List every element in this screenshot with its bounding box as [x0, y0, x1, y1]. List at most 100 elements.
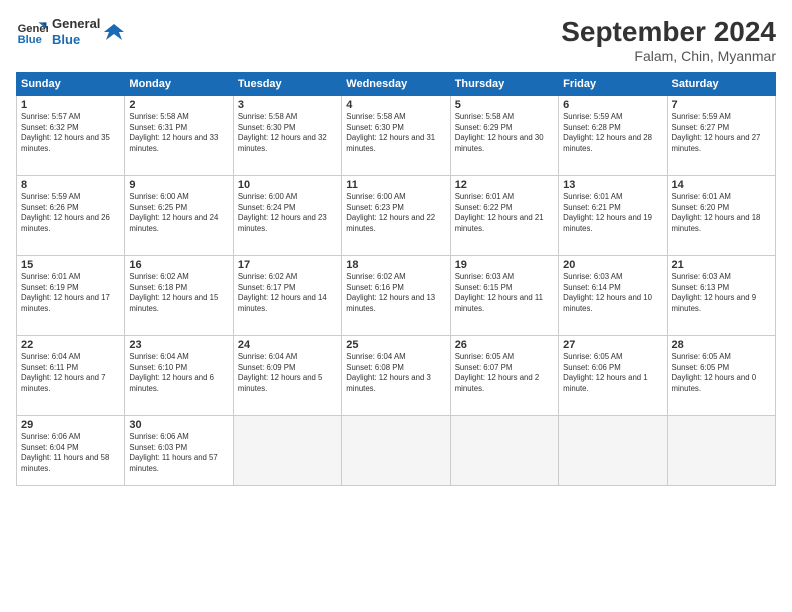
table-row: 17Sunrise: 6:02 AMSunset: 6:17 PMDayligh… [233, 256, 341, 336]
table-row: 7Sunrise: 5:59 AMSunset: 6:27 PMDaylight… [667, 96, 775, 176]
day-number: 18 [346, 259, 445, 271]
day-info: Sunrise: 5:58 AMSunset: 6:30 PMDaylight:… [346, 112, 445, 154]
table-row: 13Sunrise: 6:01 AMSunset: 6:21 PMDayligh… [559, 176, 667, 256]
day-number: 10 [238, 179, 337, 191]
table-row: 6Sunrise: 5:59 AMSunset: 6:28 PMDaylight… [559, 96, 667, 176]
col-monday: Monday [125, 73, 233, 96]
day-info: Sunrise: 6:04 AMSunset: 6:10 PMDaylight:… [129, 352, 228, 394]
day-info: Sunrise: 6:04 AMSunset: 6:08 PMDaylight:… [346, 352, 445, 394]
calendar-week-row: 22Sunrise: 6:04 AMSunset: 6:11 PMDayligh… [17, 336, 776, 416]
day-info: Sunrise: 5:59 AMSunset: 6:26 PMDaylight:… [21, 192, 120, 234]
day-info: Sunrise: 6:02 AMSunset: 6:16 PMDaylight:… [346, 272, 445, 314]
table-row [233, 416, 341, 486]
day-number: 19 [455, 259, 554, 271]
logo-icon: General Blue [16, 16, 48, 48]
calendar-week-row: 15Sunrise: 6:01 AMSunset: 6:19 PMDayligh… [17, 256, 776, 336]
col-friday: Friday [559, 73, 667, 96]
logo-bird-icon [104, 22, 124, 42]
day-info: Sunrise: 5:59 AMSunset: 6:27 PMDaylight:… [672, 112, 771, 154]
day-number: 6 [563, 99, 662, 111]
table-row: 8Sunrise: 5:59 AMSunset: 6:26 PMDaylight… [17, 176, 125, 256]
table-row: 3Sunrise: 5:58 AMSunset: 6:30 PMDaylight… [233, 96, 341, 176]
calendar-container: General Blue General Blue September 2024… [0, 0, 792, 612]
table-row: 2Sunrise: 5:58 AMSunset: 6:31 PMDaylight… [125, 96, 233, 176]
table-row: 29Sunrise: 6:06 AMSunset: 6:04 PMDayligh… [17, 416, 125, 486]
table-row: 27Sunrise: 6:05 AMSunset: 6:06 PMDayligh… [559, 336, 667, 416]
day-number: 13 [563, 179, 662, 191]
day-info: Sunrise: 6:01 AMSunset: 6:19 PMDaylight:… [21, 272, 120, 314]
day-info: Sunrise: 6:03 AMSunset: 6:15 PMDaylight:… [455, 272, 554, 314]
day-info: Sunrise: 6:00 AMSunset: 6:25 PMDaylight:… [129, 192, 228, 234]
day-info: Sunrise: 6:02 AMSunset: 6:18 PMDaylight:… [129, 272, 228, 314]
table-row: 22Sunrise: 6:04 AMSunset: 6:11 PMDayligh… [17, 336, 125, 416]
day-info: Sunrise: 6:04 AMSunset: 6:11 PMDaylight:… [21, 352, 120, 394]
day-number: 20 [563, 259, 662, 271]
day-number: 27 [563, 339, 662, 351]
day-info: Sunrise: 5:57 AMSunset: 6:32 PMDaylight:… [21, 112, 120, 154]
header: General Blue General Blue September 2024… [16, 16, 776, 64]
day-number: 11 [346, 179, 445, 191]
table-row: 11Sunrise: 6:00 AMSunset: 6:23 PMDayligh… [342, 176, 450, 256]
day-number: 30 [129, 419, 228, 431]
svg-text:Blue: Blue [18, 34, 42, 46]
day-number: 28 [672, 339, 771, 351]
day-number: 1 [21, 99, 120, 111]
table-row: 4Sunrise: 5:58 AMSunset: 6:30 PMDaylight… [342, 96, 450, 176]
day-info: Sunrise: 6:01 AMSunset: 6:20 PMDaylight:… [672, 192, 771, 234]
day-info: Sunrise: 6:05 AMSunset: 6:06 PMDaylight:… [563, 352, 662, 394]
day-info: Sunrise: 5:58 AMSunset: 6:30 PMDaylight:… [238, 112, 337, 154]
day-info: Sunrise: 6:02 AMSunset: 6:17 PMDaylight:… [238, 272, 337, 314]
day-info: Sunrise: 6:03 AMSunset: 6:14 PMDaylight:… [563, 272, 662, 314]
day-number: 4 [346, 99, 445, 111]
day-info: Sunrise: 6:00 AMSunset: 6:23 PMDaylight:… [346, 192, 445, 234]
day-number: 25 [346, 339, 445, 351]
day-info: Sunrise: 5:59 AMSunset: 6:28 PMDaylight:… [563, 112, 662, 154]
table-row: 23Sunrise: 6:04 AMSunset: 6:10 PMDayligh… [125, 336, 233, 416]
table-row: 5Sunrise: 5:58 AMSunset: 6:29 PMDaylight… [450, 96, 558, 176]
day-number: 8 [21, 179, 120, 191]
table-row [667, 416, 775, 486]
day-number: 3 [238, 99, 337, 111]
day-number: 16 [129, 259, 228, 271]
table-row: 24Sunrise: 6:04 AMSunset: 6:09 PMDayligh… [233, 336, 341, 416]
table-row: 9Sunrise: 6:00 AMSunset: 6:25 PMDaylight… [125, 176, 233, 256]
day-info: Sunrise: 6:05 AMSunset: 6:05 PMDaylight:… [672, 352, 771, 394]
day-info: Sunrise: 5:58 AMSunset: 6:29 PMDaylight:… [455, 112, 554, 154]
location-subtitle: Falam, Chin, Myanmar [561, 48, 776, 64]
title-section: September 2024 Falam, Chin, Myanmar [561, 16, 776, 64]
day-info: Sunrise: 5:58 AMSunset: 6:31 PMDaylight:… [129, 112, 228, 154]
calendar-table: Sunday Monday Tuesday Wednesday Thursday… [16, 72, 776, 486]
month-title: September 2024 [561, 16, 776, 48]
day-number: 5 [455, 99, 554, 111]
table-row: 26Sunrise: 6:05 AMSunset: 6:07 PMDayligh… [450, 336, 558, 416]
calendar-week-row: 1Sunrise: 5:57 AMSunset: 6:32 PMDaylight… [17, 96, 776, 176]
table-row: 1Sunrise: 5:57 AMSunset: 6:32 PMDaylight… [17, 96, 125, 176]
day-number: 24 [238, 339, 337, 351]
calendar-week-row: 29Sunrise: 6:06 AMSunset: 6:04 PMDayligh… [17, 416, 776, 486]
day-info: Sunrise: 6:01 AMSunset: 6:21 PMDaylight:… [563, 192, 662, 234]
calendar-week-row: 8Sunrise: 5:59 AMSunset: 6:26 PMDaylight… [17, 176, 776, 256]
table-row: 19Sunrise: 6:03 AMSunset: 6:15 PMDayligh… [450, 256, 558, 336]
table-row [450, 416, 558, 486]
day-number: 22 [21, 339, 120, 351]
col-thursday: Thursday [450, 73, 558, 96]
day-number: 23 [129, 339, 228, 351]
day-info: Sunrise: 6:06 AMSunset: 6:03 PMDaylight:… [129, 432, 228, 474]
col-saturday: Saturday [667, 73, 775, 96]
day-number: 14 [672, 179, 771, 191]
table-row: 16Sunrise: 6:02 AMSunset: 6:18 PMDayligh… [125, 256, 233, 336]
day-info: Sunrise: 6:00 AMSunset: 6:24 PMDaylight:… [238, 192, 337, 234]
day-number: 26 [455, 339, 554, 351]
logo-blue: Blue [52, 32, 100, 48]
day-info: Sunrise: 6:06 AMSunset: 6:04 PMDaylight:… [21, 432, 120, 474]
logo-general: General [52, 16, 100, 32]
table-row: 20Sunrise: 6:03 AMSunset: 6:14 PMDayligh… [559, 256, 667, 336]
table-row: 30Sunrise: 6:06 AMSunset: 6:03 PMDayligh… [125, 416, 233, 486]
day-number: 7 [672, 99, 771, 111]
col-sunday: Sunday [17, 73, 125, 96]
col-tuesday: Tuesday [233, 73, 341, 96]
table-row [342, 416, 450, 486]
col-wednesday: Wednesday [342, 73, 450, 96]
day-number: 9 [129, 179, 228, 191]
day-info: Sunrise: 6:03 AMSunset: 6:13 PMDaylight:… [672, 272, 771, 314]
